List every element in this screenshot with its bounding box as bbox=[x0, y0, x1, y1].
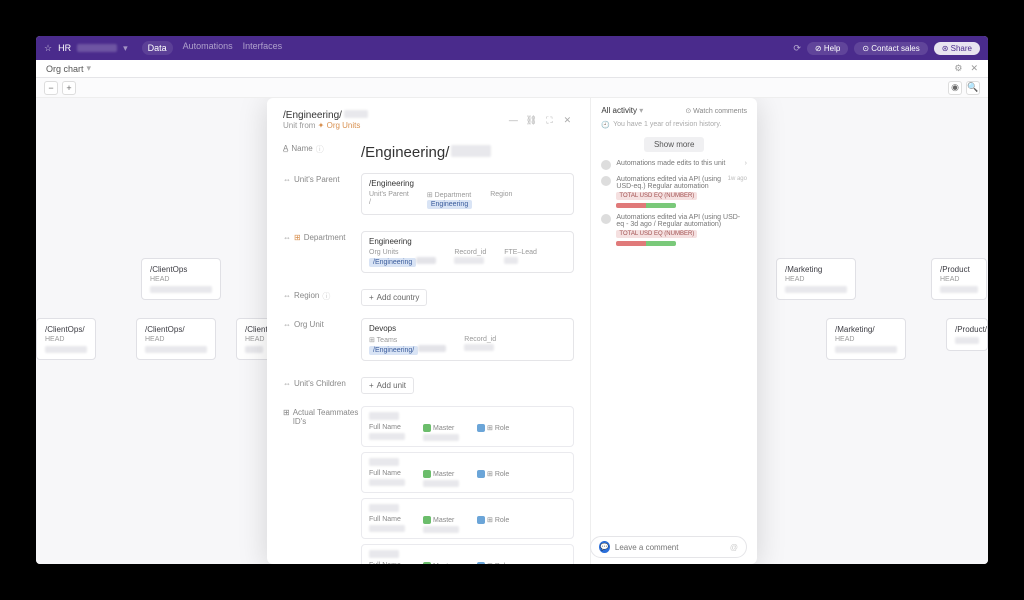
avatar-icon bbox=[601, 160, 611, 170]
workspace-title[interactable]: HR bbox=[58, 43, 71, 53]
workspace-subtitle-placeholder bbox=[77, 44, 117, 52]
comment-icon: 💬 bbox=[599, 541, 609, 553]
close-icon[interactable]: ✕ bbox=[560, 113, 574, 127]
link-icon[interactable]: ⛓ bbox=[524, 113, 538, 127]
sub-header: Org chart ▾ ⚙ ✕ bbox=[36, 60, 988, 78]
field-orgunit-label: Org Unit bbox=[294, 320, 324, 329]
field-teammates-label: Actual Teammates ID's bbox=[293, 408, 361, 426]
link-icon: ⇔ bbox=[283, 233, 291, 242]
link-icon: ⇔ bbox=[283, 320, 291, 329]
clock-icon: 🕘 bbox=[601, 121, 610, 129]
org-card-marketing-sub[interactable]: /Marketing/ HEAD bbox=[826, 318, 906, 360]
link-icon: ⇔ bbox=[283, 379, 291, 388]
field-children-label: Unit's Children bbox=[294, 379, 346, 388]
breadcrumb-prefix: Unit from bbox=[283, 121, 318, 130]
tab-data[interactable]: Data bbox=[142, 41, 173, 55]
add-country-button[interactable]: +Add country bbox=[361, 289, 427, 306]
activity-item: Automations made edits to this unit › bbox=[601, 160, 747, 170]
org-card-marketing[interactable]: /Marketing HEAD bbox=[776, 258, 856, 300]
add-unit-button[interactable]: +Add unit bbox=[361, 377, 414, 394]
help-icon[interactable]: ◉ bbox=[948, 81, 962, 95]
avatar-icon bbox=[601, 176, 611, 186]
orgunit-record-card[interactable]: Devops ⊞ Teams/Engineering/ Record_id bbox=[361, 318, 574, 361]
search-icon[interactable]: 🔍 bbox=[966, 81, 980, 95]
top-nav-bar: ☆ HR ▾ Data Automations Interfaces ⟳ ⊘ H… bbox=[36, 36, 988, 60]
close-icon[interactable]: ✕ bbox=[970, 63, 978, 74]
plus-icon: + bbox=[369, 381, 374, 390]
modal-title: /Engineering/ bbox=[283, 110, 342, 121]
lookup-icon: ⊞ bbox=[283, 408, 290, 417]
canvas-toolbar: − + ◉ 🔍 bbox=[36, 78, 988, 98]
chevron-down-icon[interactable]: ▾ bbox=[87, 63, 92, 74]
tab-interfaces[interactable]: Interfaces bbox=[243, 41, 283, 55]
at-mention-icon[interactable]: @ bbox=[730, 543, 738, 552]
activity-item: Automations edited via API (using USD-eq… bbox=[601, 214, 747, 246]
name-value[interactable]: /Engineering/ bbox=[361, 144, 449, 161]
link-icon: ⇔ bbox=[283, 291, 291, 300]
share-button[interactable]: ⊛ Share bbox=[934, 42, 980, 55]
star-icon[interactable]: ☆ bbox=[44, 43, 52, 54]
minimize-icon[interactable]: — bbox=[506, 113, 520, 127]
org-chart-canvas[interactable]: /ClientOps HEAD /ClientOps/ HEAD /Client… bbox=[36, 98, 988, 564]
settings-icon[interactable]: ⚙ bbox=[954, 63, 962, 74]
view-title[interactable]: Org chart bbox=[46, 64, 84, 74]
teammate-card[interactable]: Full Name Master ⊞ Role bbox=[361, 452, 574, 493]
comment-input-box[interactable]: 💬 @ bbox=[590, 536, 747, 558]
org-card-clientops-sub2[interactable]: /ClientOps/ HEAD bbox=[136, 318, 216, 360]
plus-icon: + bbox=[369, 293, 374, 302]
parent-record-card[interactable]: /Engineering Unit's Parent/ ⊞ Department… bbox=[361, 173, 574, 215]
avatar-icon bbox=[601, 214, 611, 224]
activity-item: Automations edited via API (using USD-eq… bbox=[601, 176, 747, 208]
chevron-down-icon[interactable]: ▾ bbox=[123, 43, 128, 54]
field-region-label: Region bbox=[294, 291, 319, 300]
org-card-product[interactable]: /Product HEAD bbox=[931, 258, 987, 300]
field-parent-label: Unit's Parent bbox=[294, 175, 340, 184]
field-dept-label: Department bbox=[304, 233, 346, 242]
activity-tab[interactable]: All activity ▾ bbox=[601, 106, 643, 115]
record-modal: /Engineering/ Unit from ✦ Org Units — ⛓ … bbox=[267, 98, 757, 564]
zoom-in-button[interactable]: + bbox=[62, 81, 76, 95]
contact-sales-button[interactable]: ⊙ Contact sales bbox=[854, 42, 927, 55]
watch-comments-button[interactable]: ⊙ Watch comments bbox=[685, 107, 747, 115]
chevron-down-icon: ▾ bbox=[639, 106, 643, 115]
text-icon: A̲ bbox=[283, 144, 288, 153]
org-card-clientops[interactable]: /ClientOps HEAD bbox=[141, 258, 221, 300]
teammate-card[interactable]: Full Name Master ⊞ Role bbox=[361, 406, 574, 447]
org-card-product-sub[interactable]: /Product/ bbox=[946, 318, 988, 351]
zoom-out-button[interactable]: − bbox=[44, 81, 58, 95]
history-note: You have 1 year of revision history. bbox=[613, 121, 721, 129]
comment-input[interactable] bbox=[615, 543, 725, 552]
breadcrumb-link[interactable]: ✦ Org Units bbox=[318, 121, 361, 130]
teammate-card[interactable]: Full Name Master ⊞ Role bbox=[361, 544, 574, 564]
field-name-label: Name bbox=[291, 144, 312, 153]
history-icon[interactable]: ⟳ bbox=[793, 43, 801, 54]
tab-automations[interactable]: Automations bbox=[183, 41, 233, 55]
department-record-card[interactable]: Engineering Org Units/Engineering Record… bbox=[361, 231, 574, 273]
help-button[interactable]: ⊘ Help bbox=[807, 42, 848, 55]
expand-icon[interactable]: ⛶ bbox=[542, 113, 556, 127]
link-icon: ⇔ bbox=[283, 175, 291, 184]
teammate-card[interactable]: Full Name Master ⊞ Role bbox=[361, 498, 574, 539]
org-card-clientops-sub1[interactable]: /ClientOps/ HEAD bbox=[36, 318, 96, 360]
show-more-button[interactable]: Show more bbox=[644, 137, 704, 152]
